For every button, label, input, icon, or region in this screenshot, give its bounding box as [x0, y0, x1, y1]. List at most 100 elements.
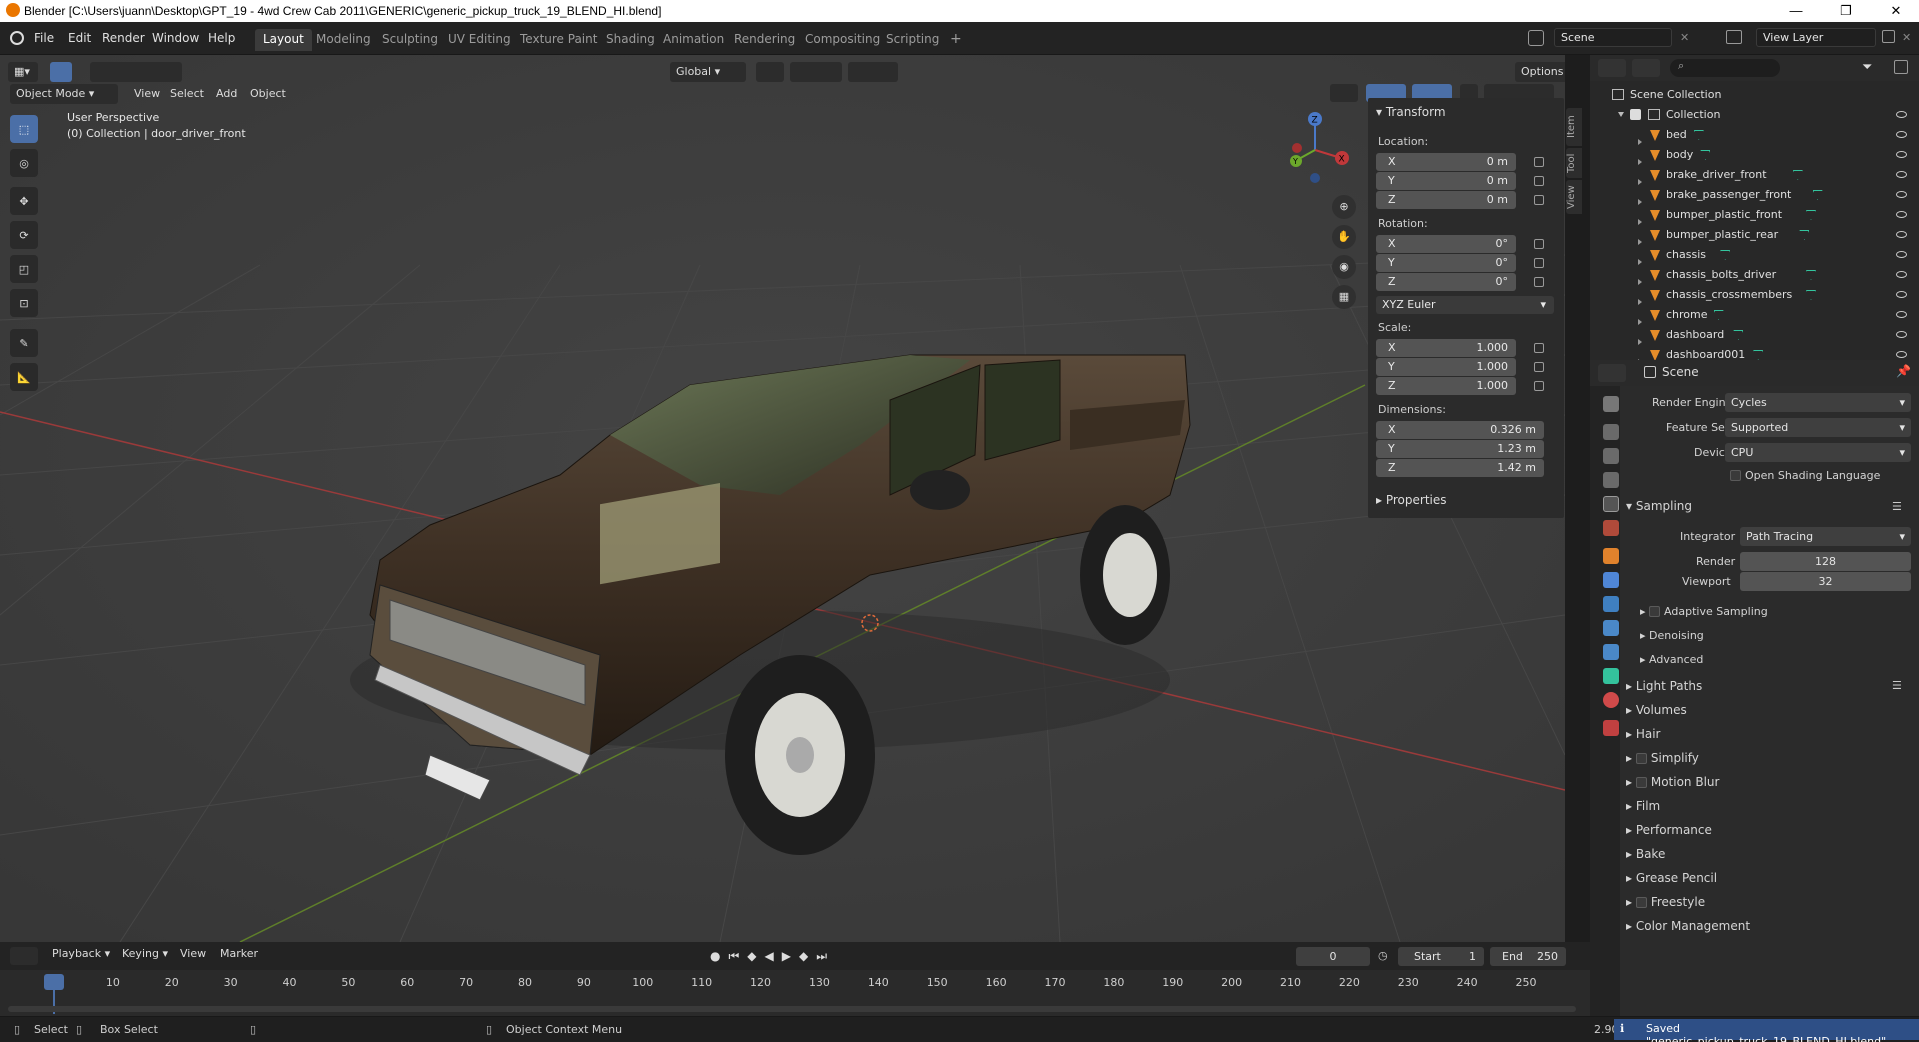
- section-header-grease-pencil[interactable]: ▸ Grease Pencil: [1626, 871, 1717, 885]
- tab-rendering[interactable]: Rendering: [726, 29, 803, 51]
- rotation-y-field[interactable]: Y 0°: [1376, 254, 1516, 272]
- outliner-item[interactable]: chassis: [1590, 245, 1919, 265]
- viewport-menu-add[interactable]: Add: [210, 84, 243, 104]
- data-tab-icon[interactable]: [1603, 668, 1619, 684]
- tool-tab-icon[interactable]: [1603, 396, 1619, 412]
- current-frame-field[interactable]: 0: [1296, 947, 1370, 966]
- options-dropdown[interactable]: Options ▾: [1515, 62, 1565, 98]
- scene-tab-icon[interactable]: [1603, 496, 1619, 512]
- section-header-light-paths[interactable]: ▸ Light Paths: [1626, 679, 1702, 693]
- eye-icon[interactable]: [1896, 331, 1907, 338]
- viewport-samples-field[interactable]: 32: [1740, 572, 1911, 591]
- checkbox-icon[interactable]: [1635, 753, 1647, 764]
- dimensions-x-field[interactable]: X 0.326 m: [1376, 421, 1544, 439]
- section-header-bake[interactable]: ▸ Bake: [1626, 847, 1665, 861]
- eye-icon[interactable]: [1896, 251, 1907, 258]
- tab-shading[interactable]: Shading: [598, 29, 663, 51]
- outliner-item[interactable]: bumper_plastic_rear: [1590, 225, 1919, 245]
- proportional-editing-icon[interactable]: [848, 62, 898, 82]
- visibility-icon[interactable]: [1330, 84, 1358, 102]
- display-mode-icon[interactable]: [1632, 59, 1660, 77]
- object-mode-dropdown[interactable]: Object Mode ▾: [10, 84, 118, 104]
- timeline-menu-marker[interactable]: Marker: [214, 944, 264, 964]
- dimensions-y-field[interactable]: Y 1.23 m: [1376, 440, 1544, 458]
- lock-icon[interactable]: [1534, 258, 1544, 268]
- material-tab-icon[interactable]: [1603, 692, 1619, 708]
- section-header-volumes[interactable]: ▸ Volumes: [1626, 703, 1687, 717]
- scale-y-field[interactable]: Y 1.000: [1376, 358, 1516, 376]
- menu-render[interactable]: Render: [96, 29, 151, 48]
- eye-icon[interactable]: [1896, 111, 1907, 118]
- menu-window[interactable]: Window: [146, 29, 205, 48]
- maximize-button[interactable]: ❐: [1824, 0, 1868, 22]
- dimensions-z-field[interactable]: Z 1.42 m: [1376, 459, 1544, 477]
- list-icon[interactable]: ☰: [1892, 500, 1902, 513]
- texture-tab-icon[interactable]: [1603, 720, 1619, 736]
- particles-tab-icon[interactable]: [1603, 596, 1619, 612]
- outliner-editor-type-icon[interactable]: [1598, 59, 1626, 77]
- tab-animation[interactable]: Animation: [655, 29, 732, 51]
- snap-icon[interactable]: [790, 62, 842, 82]
- lock-icon[interactable]: [1534, 195, 1544, 205]
- list-icon[interactable]: ☰: [1892, 679, 1902, 692]
- properties-header[interactable]: ▸ Properties: [1376, 493, 1447, 507]
- rotate-tool-icon[interactable]: ⟳: [10, 221, 38, 249]
- new-collection-icon[interactable]: [1894, 60, 1908, 74]
- rotation-x-field[interactable]: X 0°: [1376, 235, 1516, 253]
- section-header-simplify[interactable]: ▸ Simplify: [1626, 751, 1699, 765]
- clock-icon[interactable]: ◷: [1378, 949, 1388, 962]
- camera-view-icon[interactable]: ◉: [1332, 255, 1356, 279]
- lock-icon[interactable]: [1534, 362, 1544, 372]
- new-view-layer-icon[interactable]: [1882, 30, 1895, 43]
- advanced-subsection[interactable]: ▸ Advanced: [1640, 653, 1703, 666]
- view-layer-tab-icon[interactable]: [1603, 472, 1619, 488]
- section-header-film[interactable]: ▸ Film: [1626, 799, 1660, 813]
- properties-editor-type-icon[interactable]: [1598, 364, 1626, 382]
- object-tab-icon[interactable]: [1603, 548, 1619, 564]
- navigation-gizmo[interactable]: Z X Y: [1285, 110, 1355, 190]
- menu-edit[interactable]: Edit: [62, 29, 97, 48]
- 3d-viewport[interactable]: ▦▾ Global ▾ Options ▾ Object Mode ▾ View…: [0, 55, 1565, 942]
- eye-icon[interactable]: [1896, 311, 1907, 318]
- render-engine-dropdown[interactable]: Cycles ▾: [1725, 393, 1911, 412]
- eye-icon[interactable]: [1896, 351, 1907, 358]
- timeline-editor-type-icon[interactable]: [10, 947, 38, 965]
- sampling-section-header[interactable]: ▾ Sampling: [1626, 499, 1692, 513]
- editor-type-button[interactable]: ▦▾: [8, 62, 38, 82]
- checkbox-icon[interactable]: [1630, 109, 1641, 120]
- tab-view[interactable]: View: [1566, 180, 1582, 214]
- outliner-item[interactable]: dashboard: [1590, 325, 1919, 345]
- outliner-scene-collection[interactable]: Scene Collection: [1590, 85, 1919, 105]
- constraints-tab-icon[interactable]: [1603, 644, 1619, 660]
- tab-sculpting[interactable]: Sculpting: [374, 29, 446, 51]
- outliner-item[interactable]: bed: [1590, 125, 1919, 145]
- scene-selector[interactable]: Scene: [1554, 28, 1672, 47]
- location-y-field[interactable]: Y 0 m: [1376, 172, 1516, 190]
- end-frame-field[interactable]: End 250: [1490, 947, 1566, 966]
- scene-icon[interactable]: [1528, 30, 1544, 46]
- playhead-marker[interactable]: [44, 974, 64, 990]
- tab-scripting[interactable]: Scripting: [878, 29, 947, 51]
- tab-uv-editing[interactable]: UV Editing: [440, 29, 519, 51]
- pan-hand-icon[interactable]: ✋: [1332, 225, 1356, 249]
- osl-checkbox[interactable]: Open Shading Language: [1730, 469, 1880, 482]
- move-tool-icon[interactable]: ✥: [10, 187, 38, 215]
- transform-tool-icon[interactable]: ⊡: [10, 289, 38, 317]
- eye-icon[interactable]: [1896, 191, 1907, 198]
- jump-end-icon[interactable]: ⏭: [816, 949, 827, 964]
- timeline-menu-view[interactable]: View: [174, 944, 212, 964]
- modifier-tab-icon[interactable]: [1603, 572, 1619, 588]
- next-keyframe-icon[interactable]: ◆: [799, 949, 808, 963]
- close-button[interactable]: ✕: [1874, 0, 1918, 22]
- adaptive-sampling-subsection[interactable]: ▸ Adaptive Sampling: [1640, 605, 1768, 618]
- outliner-item[interactable]: chrome: [1590, 305, 1919, 325]
- integrator-dropdown[interactable]: Path Tracing ▾: [1740, 527, 1911, 546]
- select-tool-icon[interactable]: ⬚: [10, 115, 38, 143]
- timeline-menu-playback[interactable]: Playback ▾: [46, 944, 116, 964]
- eye-icon[interactable]: [1896, 291, 1907, 298]
- cursor-tool-icon[interactable]: ◎: [10, 149, 38, 177]
- blender-menu-icon[interactable]: [10, 31, 24, 45]
- play-icon[interactable]: ▶: [782, 949, 791, 963]
- eye-icon[interactable]: [1896, 211, 1907, 218]
- zoom-icon[interactable]: ⊕: [1332, 195, 1356, 219]
